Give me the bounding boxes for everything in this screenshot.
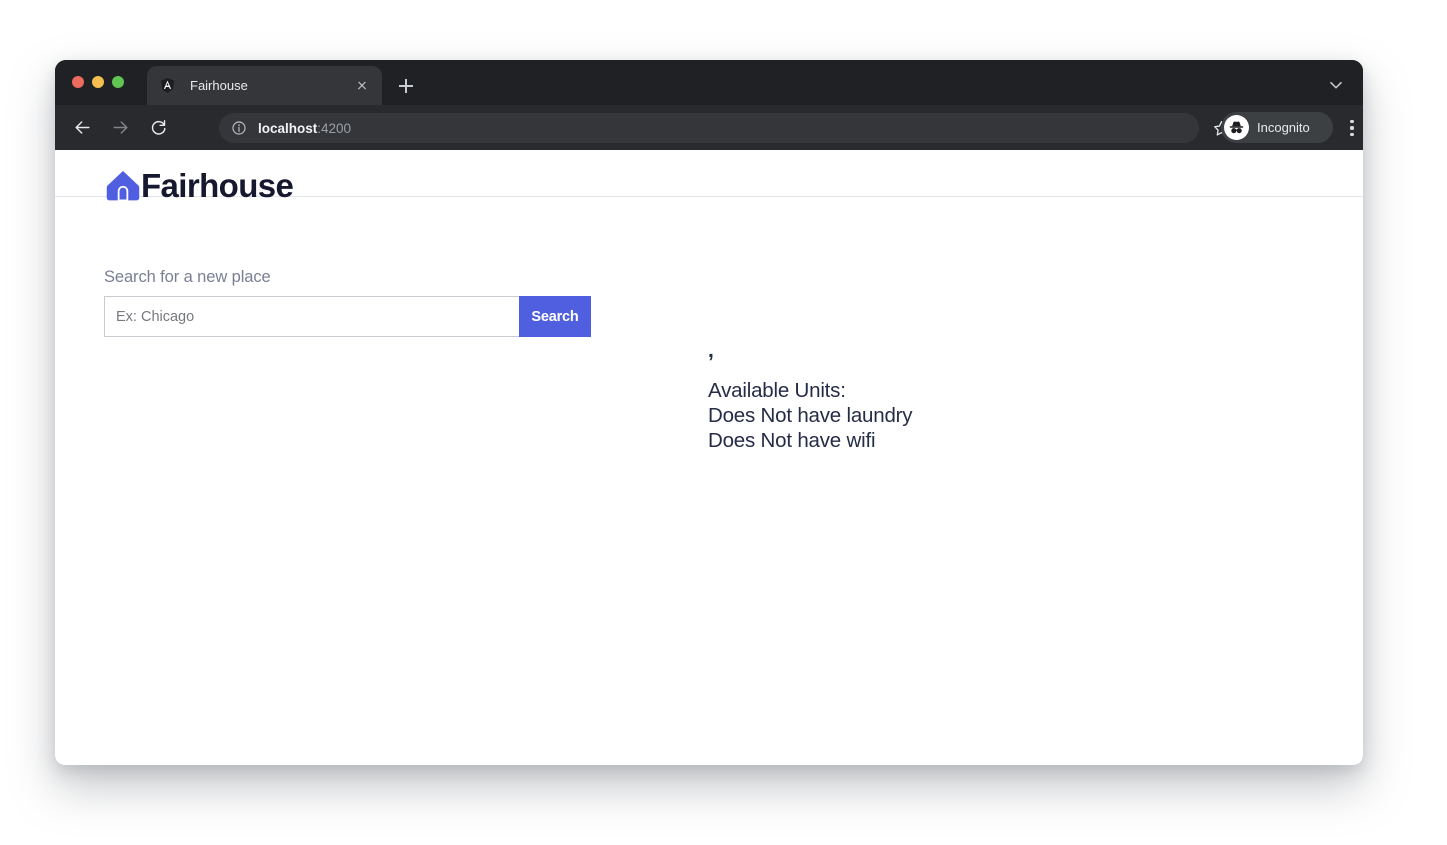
brand-name: Fairhouse — [141, 167, 294, 204]
back-arrow-icon — [74, 121, 90, 134]
results-line: Available Units: — [708, 379, 846, 402]
profile-label: Incognito — [1257, 120, 1310, 135]
browser-toolbar: localhost:4200 Incognito — [55, 105, 1363, 150]
angular-shield-icon — [160, 78, 175, 93]
results-line: Does Not have wifi — [708, 429, 876, 452]
forward-arrow-icon — [112, 121, 128, 134]
browser-tab-title: Fairhouse — [190, 78, 248, 93]
close-icon[interactable] — [352, 76, 372, 96]
house-icon — [106, 170, 140, 202]
browser-tab-strip: Fairhouse — [55, 60, 1363, 105]
address-bar-host: localhost — [258, 120, 318, 136]
search-panel: Search for a new place Search — [104, 268, 591, 337]
back-button[interactable] — [67, 113, 97, 143]
address-bar-port: :4200 — [317, 120, 352, 136]
results-panel: , Available Units: Does Not have laundry… — [708, 339, 913, 453]
brand-logo[interactable]: Fairhouse — [104, 167, 294, 204]
search-input[interactable] — [104, 296, 519, 337]
info-circle-icon[interactable] — [231, 120, 247, 136]
maximize-window-button[interactable] — [112, 76, 124, 88]
menu-dot — [1350, 120, 1354, 124]
page-viewport: Fairhouse Search for a new place Search … — [55, 150, 1363, 765]
browser-tab[interactable]: Fairhouse — [147, 66, 382, 105]
results-line: Does Not have laundry — [708, 404, 913, 427]
new-tab-button[interactable] — [393, 73, 419, 99]
forward-button[interactable] — [105, 113, 135, 143]
search-button[interactable]: Search — [519, 296, 591, 337]
results-location: , — [708, 339, 714, 362]
address-bar-url: localhost:4200 — [258, 121, 351, 136]
incognito-icon — [1229, 121, 1244, 134]
browser-menu-button[interactable] — [1338, 114, 1363, 142]
profile-chip[interactable]: Incognito — [1221, 112, 1333, 143]
menu-dot — [1350, 132, 1354, 136]
chevron-down-icon[interactable] — [1325, 74, 1347, 96]
reload-icon — [151, 120, 166, 135]
minimize-window-button[interactable] — [92, 76, 104, 88]
reload-button[interactable] — [143, 113, 173, 143]
browser-window: Fairhouse localhost:4200 Incognito Fairh… — [55, 60, 1363, 765]
avatar — [1224, 115, 1249, 140]
search-label: Search for a new place — [104, 268, 271, 286]
menu-dot — [1350, 126, 1354, 130]
close-window-button[interactable] — [72, 76, 84, 88]
window-traffic-lights — [72, 76, 124, 88]
address-bar[interactable]: localhost:4200 — [219, 113, 1199, 143]
site-header: Fairhouse — [55, 150, 1363, 202]
search-row: Search — [104, 296, 591, 337]
